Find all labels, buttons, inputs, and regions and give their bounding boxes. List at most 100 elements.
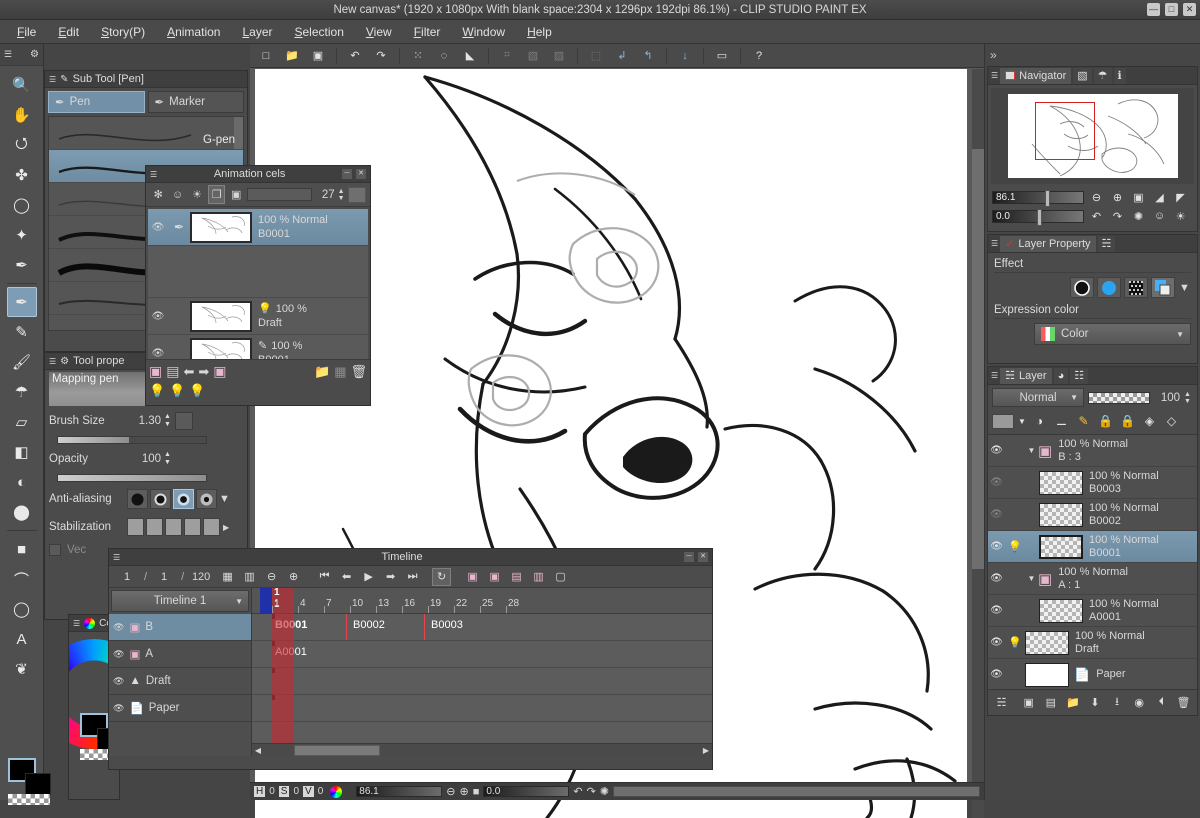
palette-menu-icon[interactable]: ☰ (113, 553, 120, 562)
layer-row[interactable]: 👁▼▣100 % NormalA : 1 (988, 563, 1197, 595)
zoom-slider[interactable]: 86.1 (356, 786, 442, 797)
fill-selection-icon[interactable]: ◌ (432, 46, 456, 66)
timeline-current-frame[interactable]: 1 (113, 571, 141, 583)
navigator-light-table-icon[interactable]: ☀ (1172, 208, 1189, 224)
menu-item-view[interactable]: View (355, 22, 403, 42)
pencil-icon[interactable]: ✎ (7, 317, 37, 347)
navigator-fit-icon[interactable]: ▣ (1130, 189, 1147, 205)
minimize-palette-button[interactable]: ─ (684, 552, 694, 562)
timeline-track-b[interactable]: 👁▣B (109, 614, 251, 641)
layer-row[interactable]: 👁💡100 % NormalDraft (988, 627, 1197, 659)
new-file-icon[interactable]: □ (254, 46, 278, 66)
selection-icon[interactable]: ◯ (7, 190, 37, 220)
timeline-cel[interactable]: B0002 (350, 619, 385, 631)
airbrush-icon[interactable]: ☂ (7, 377, 37, 407)
gradient-icon[interactable]: ◐ (7, 467, 37, 497)
rotate-icon[interactable]: ⭯ (7, 130, 37, 160)
tab-layer-mask[interactable]: ◕ (1054, 368, 1069, 384)
dock-collapse-button[interactable]: » (985, 44, 1200, 66)
play-icon[interactable]: ▶ (359, 568, 378, 586)
visibility-icon[interactable]: 👁 (113, 622, 124, 633)
transform-icon[interactable]: ⌗ (495, 46, 519, 66)
save-file-icon[interactable]: ▣ (306, 46, 330, 66)
brush-size-pressure-icon[interactable] (175, 412, 193, 430)
light-table-layer-icon[interactable]: 💡 (169, 383, 185, 399)
layer-thumbnail[interactable] (1039, 535, 1083, 559)
edit-timeline-icon[interactable]: ▥ (240, 568, 259, 586)
layer-mask-icon[interactable]: ⚊ (1052, 412, 1071, 430)
menu-item-storyp[interactable]: Story(P) (90, 22, 156, 42)
layer-thumbnail[interactable] (1025, 631, 1069, 655)
redo-icon[interactable]: ↷ (369, 46, 393, 66)
antialias-weak-option[interactable] (150, 489, 171, 509)
timeline-track-row[interactable] (252, 695, 712, 722)
navigator-flip-horizontal-icon[interactable]: ◢ (1151, 189, 1168, 205)
visibility-icon[interactable]: 👁 (988, 477, 1005, 488)
minimize-button[interactable]: — (1147, 3, 1160, 16)
onion-skin-icon[interactable]: ✻ (150, 185, 166, 204)
brush-icon[interactable]: 🖌 (7, 347, 37, 377)
tab-animation-cels[interactable]: ☵ (1098, 236, 1116, 252)
navigator-onion-icon[interactable]: ☺ (1151, 208, 1168, 224)
gradient-map-icon[interactable]: ■ (7, 534, 37, 564)
menu-item-filter[interactable]: Filter (403, 22, 452, 42)
timeline-ruler[interactable]: 1 1 14710131619222528 (252, 588, 712, 614)
zoom-in-icon[interactable]: ⊕ (459, 785, 468, 798)
palette-color-dropdown-icon[interactable]: ▼ (1017, 412, 1027, 430)
tab-subview[interactable]: ▧ (1073, 68, 1091, 84)
canvas-horizontal-scrollbar[interactable] (613, 786, 980, 797)
tab-navigator[interactable]: Navigator (1000, 68, 1071, 84)
rotate-left-icon[interactable]: ↶ (573, 785, 582, 798)
visibility-icon[interactable]: 👁 (148, 348, 168, 359)
antialias-strong-option[interactable] (196, 489, 217, 509)
layer-opacity-value[interactable]: 100 (1154, 392, 1180, 404)
duplicate-cel-icon[interactable]: ▦ (334, 364, 346, 380)
next-frame-icon[interactable]: ➡ (381, 568, 400, 586)
visibility-icon[interactable]: 👁 (988, 637, 1005, 648)
effect-dropdown-icon[interactable]: ▼ (1178, 277, 1191, 298)
palette-menu-icon[interactable]: ☰ (49, 75, 56, 84)
align-right-icon[interactable]: ↓ (673, 46, 697, 66)
lock-layer-icon[interactable]: 🔒 (1096, 412, 1115, 430)
bucket-fill-icon[interactable]: ◣ (458, 46, 482, 66)
cel-thumbnail[interactable] (190, 301, 252, 332)
opacity-slider[interactable] (57, 474, 207, 482)
loop-playback-icon[interactable]: ↻ (432, 568, 451, 586)
navigator-flip-vertical-icon[interactable]: ◤ (1172, 189, 1189, 205)
light-table-register-icon[interactable]: ☀ (189, 185, 205, 204)
opacity-value[interactable]: 100 (127, 453, 161, 465)
visibility-icon[interactable]: 👁 (988, 573, 1005, 584)
reset-rotation-icon[interactable]: ✺ (600, 785, 609, 798)
clear-icon[interactable]: ⁙ (406, 46, 430, 66)
visibility-icon[interactable]: 👁 (148, 222, 168, 233)
rotate-right-icon[interactable]: ↷ (587, 785, 596, 798)
ruler-icon[interactable]: ✎ (1074, 412, 1093, 430)
timeline-track-row[interactable]: B0001B0002B0003 (252, 614, 712, 641)
scrollbar-thumb[interactable] (294, 745, 380, 756)
palette-menu-icon[interactable]: ☰ (150, 170, 157, 179)
menu-item-animation[interactable]: Animation (156, 22, 231, 42)
previous-cel-icon[interactable]: ⬅ (183, 364, 194, 380)
align-left-icon[interactable]: ↲ (610, 46, 634, 66)
auto-select-icon[interactable]: ✦ (7, 220, 37, 250)
rotate-slider[interactable]: 0.0 (483, 786, 569, 797)
brush-size-value[interactable]: 1.30 (127, 415, 161, 427)
timeline-total-frames[interactable]: 120 (187, 571, 215, 583)
visibility-icon[interactable]: 👁 (113, 676, 124, 687)
effect-border-icon[interactable] (1070, 277, 1094, 298)
new-cel-icon[interactable]: ▣ (213, 363, 226, 380)
effect-layer-color-icon[interactable] (1151, 277, 1175, 298)
layer-thumbnail[interactable] (1025, 663, 1069, 687)
edit-cel-icon[interactable]: ✒ (168, 220, 190, 234)
create-mask-icon[interactable]: ◉ (1131, 694, 1148, 712)
visibility-icon[interactable]: 👁 (988, 669, 1005, 680)
navigator-preview[interactable] (991, 88, 1194, 184)
set-draft-layer-icon[interactable]: ◇ (1162, 412, 1181, 430)
palette-menu-icon[interactable]: ☰ (991, 371, 998, 380)
stabilization-step-1[interactable] (127, 518, 144, 536)
go-to-end-icon[interactable]: ⏭ (403, 568, 422, 586)
clip-to-layer-icon[interactable]: ◑ (1030, 412, 1049, 430)
palette-menu-icon[interactable]: ☰ (49, 357, 56, 366)
stabilization-step-4[interactable] (184, 518, 201, 536)
new-timeline-icon[interactable]: ▦ (218, 568, 237, 586)
